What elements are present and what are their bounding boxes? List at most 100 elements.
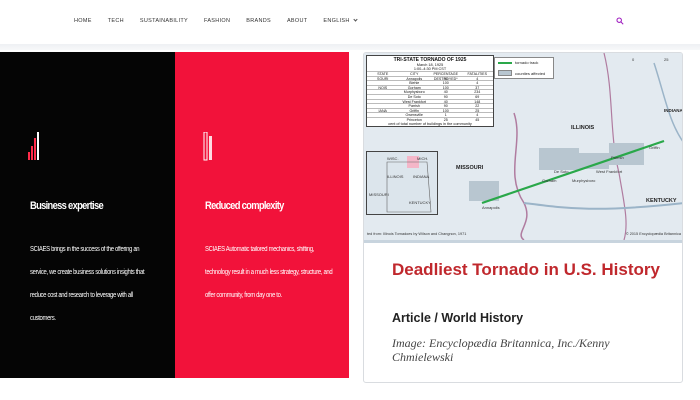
legend-label: counties affected — [515, 71, 546, 76]
site-header: HOME TECH SUSTAINABILITY FASHION BRANDS … — [0, 0, 700, 44]
table-cell: 148 — [474, 99, 481, 104]
legend-track-swatch — [498, 62, 512, 64]
header-divider — [0, 44, 700, 50]
table-title: TRI-STATE TORNADO OF 1925 — [393, 57, 467, 63]
table-cell — [367, 100, 399, 104]
article-card[interactable]: TRI-STATE TORNADO OF 1925 March 18, 1925… — [363, 52, 683, 383]
inset-label: INDIANA — [413, 174, 430, 179]
town-label: Gorham — [542, 178, 557, 183]
table-cell: Parrish — [408, 104, 420, 109]
fatalities-table: TRI-STATE TORNADO OF 1925 March 18, 1925… — [366, 55, 494, 127]
table-row: IANA Griffin 100 25 — [367, 107, 493, 113]
article-headline[interactable]: Deadliest Tornado in U.S. History — [392, 259, 672, 280]
article-category: Article / World History — [392, 311, 524, 325]
town-label: Murphysboro — [572, 178, 596, 183]
panel-title: Reduced complexity — [205, 200, 284, 212]
town-label: West Frankfort — [596, 169, 623, 174]
table-cell: 4 — [476, 76, 479, 81]
nav-home[interactable]: HOME — [74, 18, 92, 24]
nav-sustainability[interactable]: SUSTAINABILITY — [140, 18, 188, 24]
table-cell: 90 — [443, 94, 448, 99]
document-bracket-icon — [203, 132, 212, 161]
table-cell: Gorham — [407, 85, 421, 90]
nav-fashion[interactable]: FASHION — [204, 18, 230, 24]
town-label: Parrish — [611, 155, 624, 160]
inset-label: WISC. — [387, 156, 399, 161]
scale-label: 25 — [664, 57, 669, 62]
inset-label: MISSOURI — [369, 192, 389, 197]
chevron-down-icon — [353, 17, 358, 22]
search-icon[interactable] — [616, 17, 624, 25]
panel-text: SCIAES Automatic tailored mechanics, shi… — [205, 246, 333, 299]
state-label: INDIANA — [664, 108, 683, 113]
table-cell: 40 — [443, 90, 448, 95]
table-cell: Murphysboro — [403, 90, 425, 95]
table-row: Princeton 25 45 — [367, 116, 493, 122]
tornado-map-image: TRI-STATE TORNADO OF 1925 March 18, 1925… — [364, 53, 683, 240]
town-label: De Soto — [554, 169, 569, 174]
town-label: Annapolis — [482, 205, 500, 210]
scale-label: 0 — [632, 57, 635, 62]
table-cell: 100 — [442, 108, 449, 113]
panel-text: SCIAES brings in the success of the offe… — [30, 246, 145, 322]
table-cell: 40 — [443, 99, 448, 104]
table-cell: 45 — [475, 117, 480, 122]
table-row: NOIS Gorham 100 37 — [367, 84, 493, 90]
nav-tech[interactable]: TECH — [108, 18, 124, 24]
table-cell — [367, 90, 399, 94]
table-cell: Griffin — [409, 108, 420, 113]
map-inset: WISC. MICH. ILLINOIS INDIANA MISSOURI KE… — [366, 151, 438, 215]
table-cell: 90 — [443, 104, 448, 109]
table-cell: 234 — [474, 90, 481, 95]
legend-counties-swatch — [498, 70, 512, 76]
table-cell: West Frankfort — [402, 99, 427, 104]
table-cell: 69 — [475, 94, 480, 99]
state-label: ILLINOIS — [571, 125, 595, 131]
nav-language[interactable]: ENGLISH — [323, 17, 358, 24]
table-cell: De Soto — [407, 94, 421, 99]
table-cell: 37 — [475, 85, 480, 90]
table-cell: IANA — [378, 108, 387, 113]
table-cell: 100 — [442, 81, 449, 86]
table-row: De Soto 90 69 — [367, 93, 493, 99]
table-row: Biehle 100 4 — [367, 80, 493, 85]
table-note: cent of total number of buildings in the… — [388, 121, 472, 126]
map-copyright: © 2015 Encyclopædia Britannica — [625, 232, 681, 236]
table-cell: Owensville — [405, 113, 423, 118]
table-header-row: STATE CITY PERCENTAGE DESTROYED* FATALIT… — [367, 71, 493, 81]
table-cell: 100 — [442, 85, 449, 90]
table-cell: Annapolis — [406, 76, 423, 81]
nav-brands[interactable]: BRANDS — [246, 18, 271, 24]
inset-map-shape — [386, 156, 432, 213]
table-header: PERCENTAGE DESTROYED* — [433, 72, 459, 81]
table-body: SOURI Annapolis 90 4 Biehle 100 4 NOIS Gorham 100… — [367, 75, 493, 122]
table-cell: Biehle — [409, 81, 420, 86]
table-row: SOURI Annapolis 90 4 — [367, 75, 493, 81]
table-cell: 25 — [475, 108, 480, 113]
table-header: STATE — [377, 72, 389, 76]
table-row: West Frankfort 40 148 — [367, 98, 493, 104]
table-header: FATALITIES — [467, 72, 487, 76]
nav-language-label: ENGLISH — [323, 18, 350, 24]
table-cell — [367, 113, 399, 117]
chart-bars-icon — [28, 132, 39, 160]
table-row: Owensville 1 4 — [367, 112, 493, 117]
table-cell: 4 — [476, 113, 479, 118]
inset-label: MICH. — [417, 156, 429, 161]
nav-about[interactable]: ABOUT — [287, 18, 307, 24]
inset-label: KENTUCKY — [409, 200, 431, 205]
table-cell — [367, 118, 399, 122]
table-cell: 4 — [476, 81, 479, 86]
table-cell: 22 — [475, 104, 480, 109]
map-source: ted from: Illinois Tornadoes by Wilson a… — [367, 232, 467, 236]
main-nav: HOME TECH SUSTAINABILITY FASHION BRANDS … — [74, 17, 373, 24]
table-cell: 1 — [444, 113, 447, 118]
table-cell: Princeton — [406, 117, 422, 122]
legend-label: tornado track — [515, 60, 539, 65]
town-label: Griffin — [649, 145, 660, 150]
table-header: CITY — [410, 72, 419, 76]
panel-title: Business expertise — [30, 200, 104, 212]
map-legend: tornado track counties affected — [494, 57, 554, 79]
table-cell — [367, 95, 399, 99]
table-cell: NOIS — [378, 85, 388, 90]
